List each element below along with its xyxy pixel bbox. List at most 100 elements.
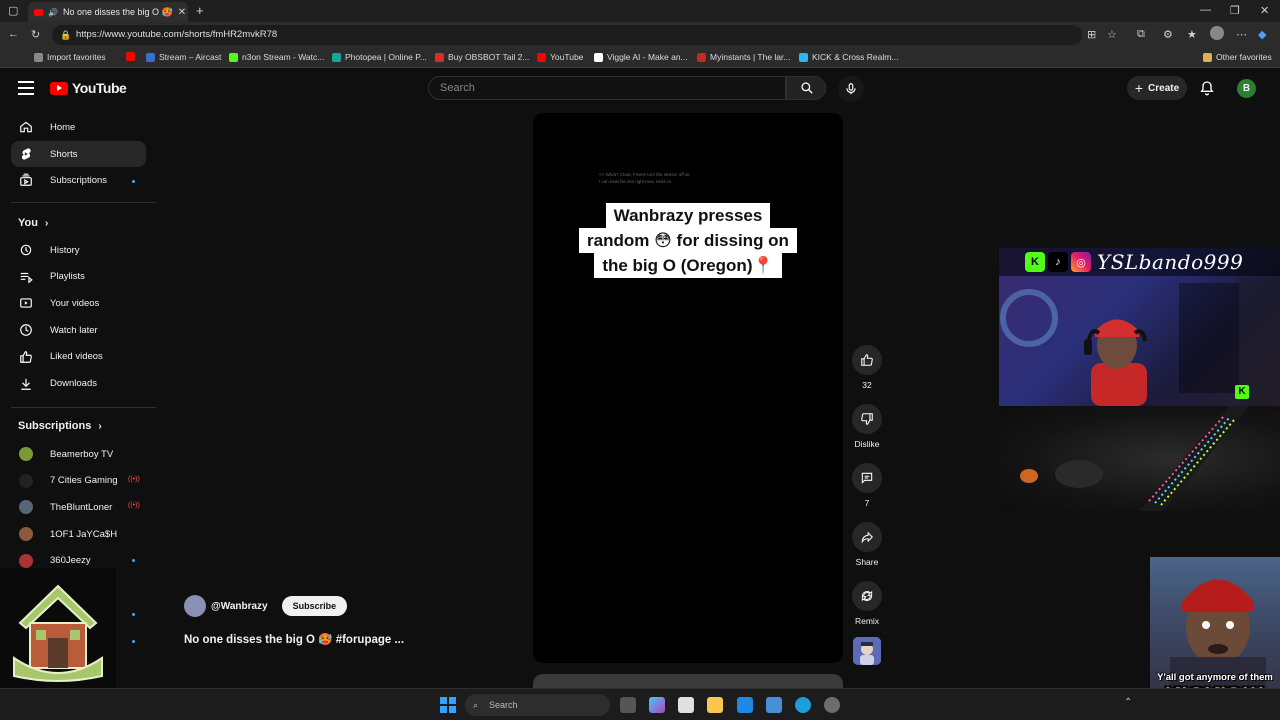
bookmark-item[interactable]: Import favorites — [34, 52, 106, 62]
bookmark-item[interactable]: n3on Stream - Watc... — [229, 52, 324, 62]
bookmark-item[interactable]: Photopea | Online P... — [332, 52, 427, 62]
you-heading-label: You — [18, 217, 38, 229]
video-caption: Wanbrazy presses random 😳 for dissing on… — [533, 203, 843, 278]
search-input[interactable]: Search — [428, 76, 786, 100]
dislike-action[interactable]: Dislike — [850, 404, 884, 449]
voice-search-button[interactable] — [838, 76, 864, 102]
sidebar-item-history[interactable]: History — [11, 237, 146, 263]
close-window-icon[interactable]: ✕ — [1260, 4, 1269, 17]
thumbs-up-icon — [861, 354, 873, 366]
notifications-bell-icon[interactable] — [1199, 80, 1215, 96]
youtube-logo[interactable]: YouTube — [50, 80, 127, 96]
account-avatar[interactable]: B — [1237, 79, 1256, 98]
remix-action[interactable]: Remix — [850, 581, 884, 626]
sidebar-subscriptions-heading[interactable]: Subscriptions › — [18, 420, 102, 432]
url-text: https://www.youtube.com/shorts/fmHR2mvkR… — [76, 29, 278, 40]
sidebar-channel[interactable]: 7 Cities Gaming — [11, 468, 146, 494]
bookmark-item[interactable]: Buy OBSBOT Tail 2... — [435, 52, 529, 62]
search-button[interactable] — [786, 76, 826, 100]
refresh-icon[interactable]: ↻ — [31, 28, 40, 41]
new-tab-icon[interactable]: + — [196, 3, 204, 18]
favorite-star-icon[interactable]: ☆ — [1107, 28, 1117, 41]
copilot-icon[interactable]: ◆ — [1258, 28, 1266, 41]
back-icon[interactable]: ← — [8, 28, 19, 40]
taskbar-search-icon: ⌕ — [473, 700, 479, 710]
bookmarks-bar: Import favorites Stream – Aircast n3on Str… — [0, 48, 1280, 68]
folder-icon — [1203, 52, 1212, 62]
bookmark-item[interactable]: Viggle AI - Make an... — [594, 52, 688, 62]
windows-start-icon[interactable] — [440, 697, 456, 713]
store-icon[interactable] — [678, 697, 694, 713]
sidebar-channel[interactable]: Beamerboy TV — [11, 441, 146, 467]
short-video-player[interactable]: << What? Chad, Frame turn the stream off… — [533, 113, 843, 663]
favorites-icon[interactable]: ★ — [1187, 28, 1197, 41]
remix-button[interactable] — [852, 581, 882, 611]
browser-tab[interactable]: 🔊 No one disses the big O 🥵 ✕ — [28, 2, 188, 22]
share-button[interactable] — [852, 522, 882, 552]
outlook-icon[interactable] — [737, 697, 753, 713]
tab-actions-icon[interactable]: ▢ — [8, 4, 18, 17]
remix-icon — [861, 590, 873, 602]
sidebar-channel[interactable]: TheBluntLoner — [11, 494, 146, 520]
sidebar-item-label: Your videos — [50, 297, 100, 309]
channel-label: TheBluntLoner — [50, 501, 113, 513]
dislike-button[interactable] — [852, 404, 882, 434]
copilot-taskbar-icon[interactable] — [649, 697, 665, 713]
sidebar-item-your-videos[interactable]: Your videos — [11, 290, 146, 316]
sidebar-item-downloads[interactable]: Downloads — [11, 371, 146, 397]
extensions-icon[interactable]: ⧉ — [1137, 28, 1145, 41]
file-explorer-icon[interactable] — [707, 697, 723, 713]
channel-avatar[interactable] — [184, 595, 206, 617]
sidebar-you-heading[interactable]: You › — [18, 217, 48, 229]
bookmark-item[interactable]: KICK & Cross Realm... — [799, 52, 898, 62]
bookmark-label: Myinstants | The lar... — [710, 52, 791, 62]
obs-icon[interactable] — [824, 697, 840, 713]
subscribe-button[interactable]: Subscribe — [281, 596, 348, 616]
profile-avatar[interactable] — [1210, 26, 1224, 40]
sidebar-item-liked-videos[interactable]: Liked videos — [11, 344, 146, 370]
new-content-dot — [132, 613, 135, 616]
restore-icon[interactable]: ❐ — [1230, 4, 1240, 17]
comments-button[interactable] — [852, 463, 882, 493]
sidebar-item-watch-later[interactable]: Watch later — [11, 317, 146, 343]
sidebar-item-home[interactable]: Home — [11, 114, 146, 140]
short-title[interactable]: No one disses the big O 🥵 #forupage ... — [184, 632, 404, 646]
stream-subtitle-line: << What? Chad, Frame turn the stream off… — [599, 172, 691, 177]
bookmark-label: Buy OBSBOT Tail 2... — [448, 52, 530, 62]
other-favorites-label: Other favorites — [1216, 52, 1272, 62]
channel-label: 360Jeezy — [50, 555, 91, 567]
sidebar-item-shorts[interactable]: Shorts — [11, 141, 146, 167]
share-action[interactable]: Share — [850, 522, 884, 567]
bookmark-item[interactable]: YouTube — [537, 52, 583, 62]
browser-essentials-icon[interactable]: ⚙ — [1163, 28, 1173, 41]
tray-chevron-icon[interactable]: ⌃ — [1124, 697, 1132, 708]
taskbar-search[interactable]: ⌕ Search — [465, 694, 610, 716]
menu-icon[interactable] — [18, 81, 34, 95]
channel-name[interactable]: @Wanbrazy — [211, 601, 268, 612]
sidebar-item-label: Downloads — [50, 378, 97, 389]
sound-thumbnail[interactable] — [853, 637, 881, 665]
photos-icon[interactable] — [766, 697, 782, 713]
other-favorites[interactable]: Other favorites — [1203, 52, 1272, 62]
bookmark-item[interactable]: Myinstants | The lar... — [697, 52, 790, 62]
close-tab-icon[interactable]: ✕ — [178, 7, 186, 18]
more-menu-icon[interactable]: ⋯ — [1236, 28, 1247, 41]
like-action[interactable]: 32 — [850, 345, 884, 390]
sidebar-item-playlists[interactable]: Playlists — [11, 264, 146, 290]
bookmark-item[interactable]: Stream – Aircast — [146, 52, 221, 62]
url-field[interactable]: 🔒 https://www.youtube.com/shorts/fmHR2mv… — [52, 25, 1082, 45]
channel-label: Beamerboy TV — [50, 448, 114, 460]
comments-action[interactable]: 7 — [850, 463, 884, 508]
like-button[interactable] — [852, 345, 882, 375]
speaker-icon[interactable]: 🔊 — [48, 8, 58, 17]
create-button[interactable]: + Create — [1127, 76, 1187, 100]
sidebar-channel[interactable]: 1OF1 JaYCa$H — [11, 521, 146, 547]
edge-icon[interactable] — [795, 697, 811, 713]
bookmark-item[interactable] — [126, 52, 139, 61]
minimize-icon[interactable]: — — [1200, 4, 1211, 16]
split-screen-icon[interactable]: ⊞ — [1087, 28, 1096, 41]
share-icon — [861, 531, 873, 544]
task-view-icon[interactable] — [620, 697, 636, 713]
sidebar-item-subscriptions[interactable]: Subscriptions — [11, 167, 146, 193]
site-info-icon[interactable]: 🔒 — [60, 25, 71, 45]
